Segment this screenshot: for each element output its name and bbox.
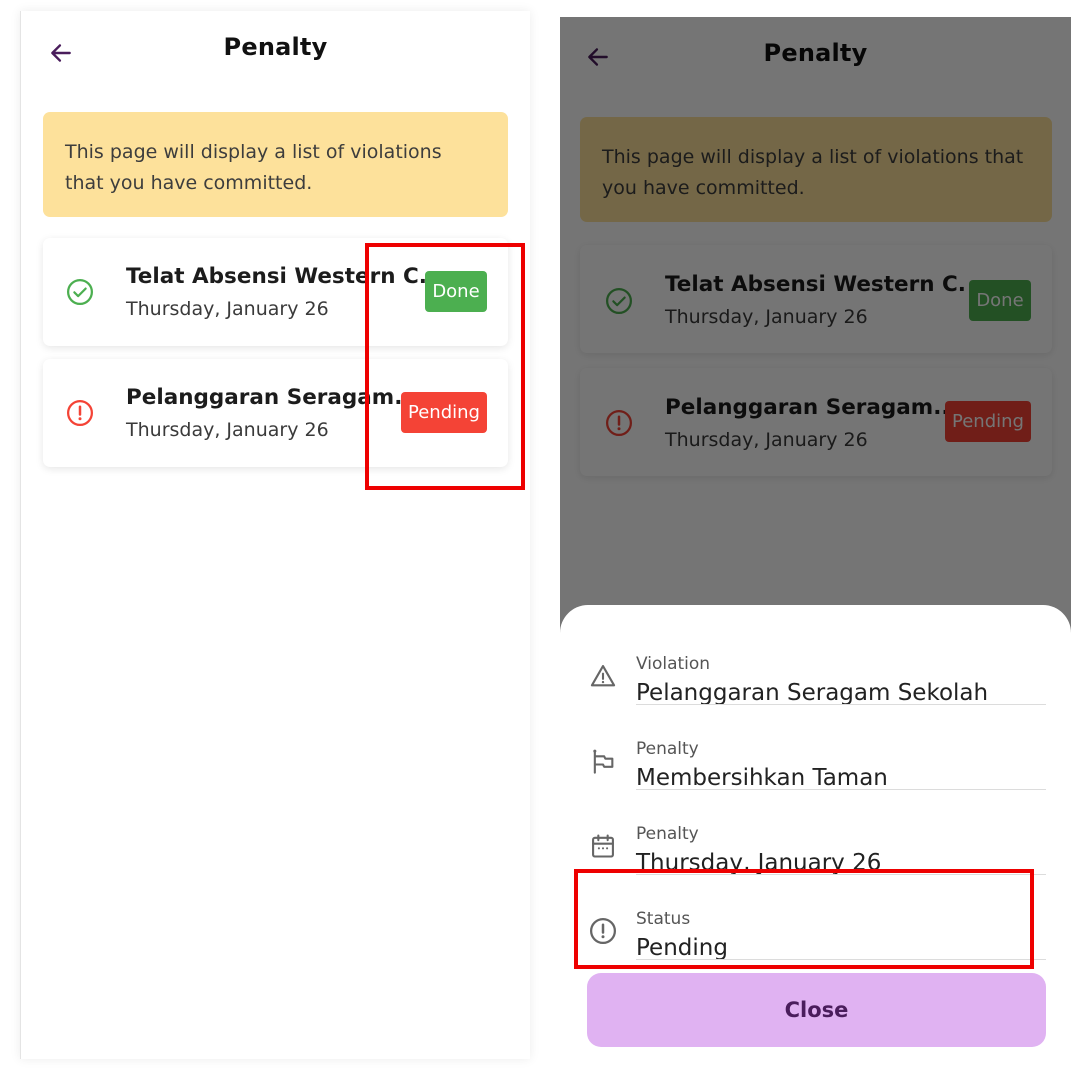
- detail-label: Penalty: [636, 824, 699, 844]
- detail-value: Pelanggaran Seragam Sekolah: [636, 680, 989, 706]
- detail-label: Status: [636, 909, 691, 929]
- detail-row-date: Penalty Thursday, January 26: [560, 790, 1046, 876]
- penalty-detail-screen: Penalty This page will display a list of…: [560, 17, 1071, 1080]
- card-title: Pelanggaran Seragam...: [126, 385, 419, 410]
- detail-row-penalty: Penalty Membersihkan Taman: [560, 705, 1046, 791]
- penalty-card[interactable]: Telat Absensi Western C... Thursday, Jan…: [43, 238, 508, 346]
- detail-row-status: Status Pending: [560, 875, 1046, 961]
- detail-label: Violation: [636, 654, 711, 674]
- card-title: Telat Absensi Western C...: [126, 264, 426, 289]
- app-bar: Penalty: [21, 11, 530, 95]
- penalty-card[interactable]: Pelanggaran Seragam... Thursday, January…: [43, 359, 508, 467]
- card-date: Thursday, January 26: [126, 298, 329, 320]
- detail-value: Pending: [636, 935, 728, 961]
- close-button[interactable]: Close: [587, 973, 1046, 1047]
- alert-circle-icon: [588, 916, 618, 946]
- detail-row-violation: Violation Pelanggaran Seragam Sekolah: [560, 620, 1046, 706]
- flag-icon: [588, 746, 618, 776]
- page-title: Penalty: [223, 33, 328, 61]
- status-badge-pending[interactable]: Pending: [401, 392, 487, 433]
- check-circle-icon: [65, 277, 95, 307]
- penalty-list-screen: Penalty This page will display a list of…: [20, 11, 530, 1059]
- detail-value: Thursday, January 26: [636, 850, 882, 876]
- status-badge-done[interactable]: Done: [425, 271, 487, 312]
- calendar-icon: [588, 831, 618, 861]
- alert-circle-icon: [65, 398, 95, 428]
- card-date: Thursday, January 26: [126, 419, 329, 441]
- divider: [636, 959, 1046, 960]
- warning-triangle-icon: [588, 661, 618, 691]
- detail-label: Penalty: [636, 739, 699, 759]
- info-banner: This page will display a list of violati…: [43, 112, 508, 217]
- detail-value: Membersihkan Taman: [636, 765, 888, 791]
